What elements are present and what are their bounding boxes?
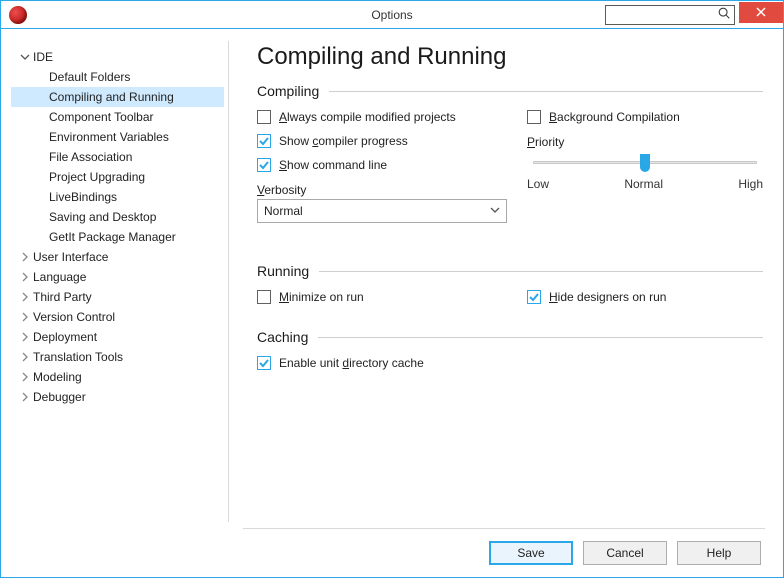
tree-item-saving-and-desktop[interactable]: Saving and Desktop [11, 207, 224, 227]
chevron-right-icon [17, 292, 33, 302]
enable-unit-directory-cache-checkbox[interactable]: Enable unit directory cache [257, 351, 763, 375]
checkbox-icon [527, 110, 541, 124]
show-compiler-progress-checkbox[interactable]: Show compiler progress [257, 129, 507, 153]
tree-item-ide[interactable]: IDE [11, 47, 224, 67]
content-panel: Compiling and Running Compiling Always c… [229, 41, 767, 522]
section-caching: Caching [257, 329, 763, 345]
checkbox-checked-icon [257, 356, 271, 370]
chevron-down-icon [490, 204, 500, 218]
minimize-on-run-checkbox[interactable]: Minimize on run [257, 285, 507, 309]
chevron-right-icon [17, 272, 33, 282]
checkbox-icon [257, 290, 271, 304]
tree-item-modeling[interactable]: Modeling [11, 367, 224, 387]
chevron-right-icon [17, 392, 33, 402]
verbosity-value: Normal [264, 204, 303, 218]
tree-item-livebindings[interactable]: LiveBindings [11, 187, 224, 207]
cancel-button[interactable]: Cancel [583, 541, 667, 565]
priority-slider[interactable] [533, 155, 757, 183]
divider [329, 91, 763, 92]
checkbox-checked-icon [257, 134, 271, 148]
tree-item-third-party[interactable]: Third Party [11, 287, 224, 307]
tree-item-project-upgrading[interactable]: Project Upgrading [11, 167, 224, 187]
tree-item-environment-variables[interactable]: Environment Variables [11, 127, 224, 147]
chevron-right-icon [17, 312, 33, 322]
close-icon [756, 6, 766, 19]
chevron-down-icon [17, 52, 33, 62]
checkbox-checked-icon [527, 290, 541, 304]
tree-item-translation-tools[interactable]: Translation Tools [11, 347, 224, 367]
verbosity-label: Verbosity [257, 183, 507, 197]
tree-item-getit-package-manager[interactable]: GetIt Package Manager [11, 227, 224, 247]
tree-item-user-interface[interactable]: User Interface [11, 247, 224, 267]
tree-item-default-folders[interactable]: Default Folders [11, 67, 224, 87]
section-compiling: Compiling [257, 83, 763, 99]
chevron-right-icon [17, 252, 33, 262]
section-running: Running [257, 263, 763, 279]
chevron-right-icon [17, 372, 33, 382]
hide-designers-on-run-checkbox[interactable]: Hide designers on run [527, 285, 763, 309]
options-dialog: Options IDE Default Folders [0, 0, 784, 578]
close-button[interactable] [739, 2, 783, 23]
divider [318, 337, 763, 338]
divider [319, 271, 763, 272]
chevron-right-icon [17, 332, 33, 342]
nav-tree: IDE Default Folders Compiling and Runnin… [11, 41, 229, 522]
tree-item-debugger[interactable]: Debugger [11, 387, 224, 407]
tree-item-file-association[interactable]: File Association [11, 147, 224, 167]
verbosity-dropdown[interactable]: Normal [257, 199, 507, 223]
app-icon [9, 6, 27, 24]
save-button[interactable]: Save [489, 541, 573, 565]
checkbox-icon [257, 110, 271, 124]
always-compile-checkbox[interactable]: Always compile modified projects [257, 105, 507, 129]
tree-item-language[interactable]: Language [11, 267, 224, 287]
page-title: Compiling and Running [257, 43, 763, 71]
checkbox-checked-icon [257, 158, 271, 172]
help-button[interactable]: Help [677, 541, 761, 565]
tree-item-deployment[interactable]: Deployment [11, 327, 224, 347]
button-bar: Save Cancel Help [1, 529, 783, 577]
background-compilation-checkbox[interactable]: Background Compilation [527, 105, 763, 129]
priority-label: Priority [527, 135, 763, 149]
search-icon [717, 6, 731, 23]
show-command-line-checkbox[interactable]: Show command line [257, 153, 507, 177]
titlebar: Options [1, 1, 783, 29]
tree-item-compiling-and-running[interactable]: Compiling and Running [11, 87, 224, 107]
slider-thumb[interactable] [640, 154, 650, 172]
chevron-right-icon [17, 352, 33, 362]
tree-item-version-control[interactable]: Version Control [11, 307, 224, 327]
search-input[interactable] [605, 5, 735, 25]
tree-item-component-toolbar[interactable]: Component Toolbar [11, 107, 224, 127]
